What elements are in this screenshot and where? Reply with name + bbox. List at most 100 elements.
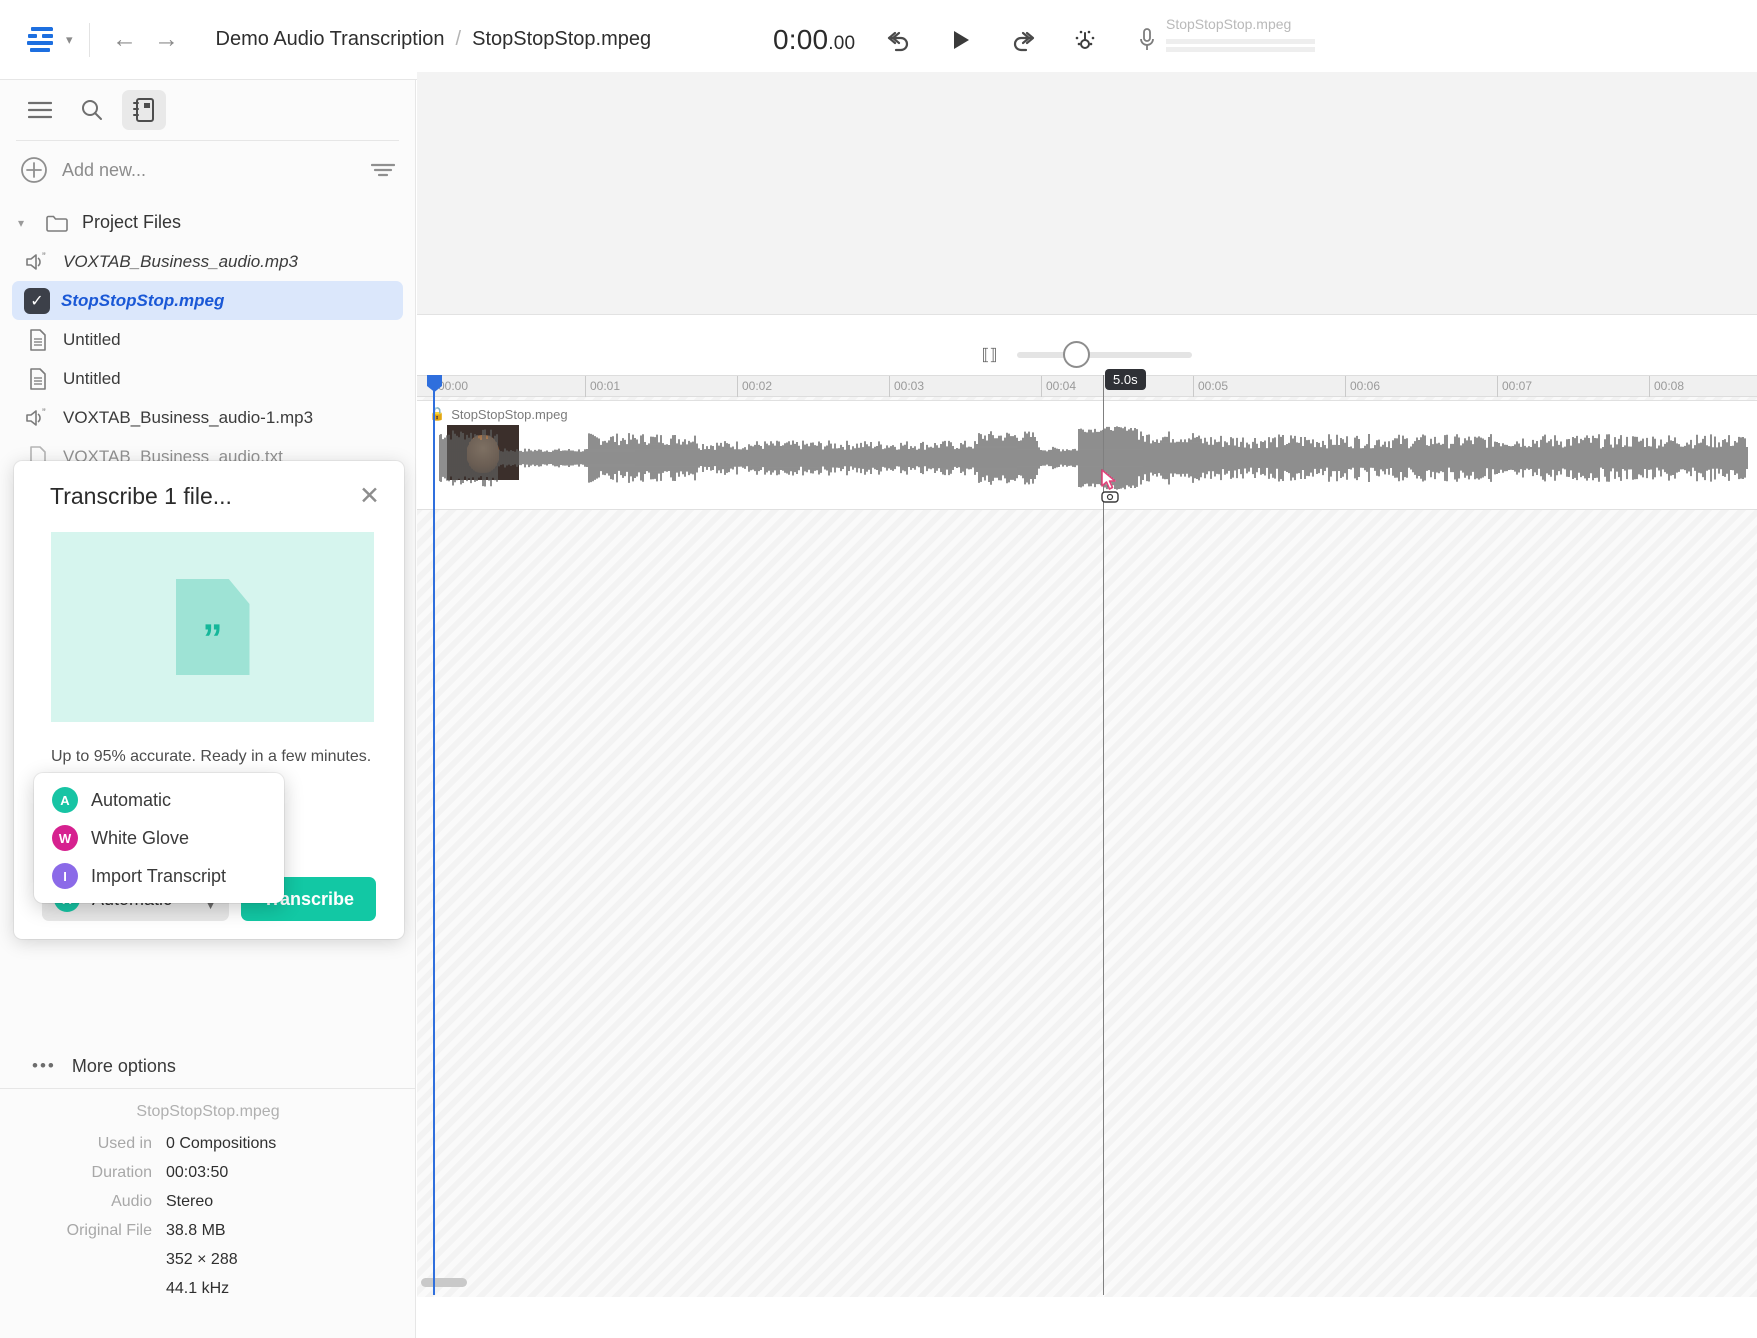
add-new-button[interactable]: Add new...: [0, 141, 415, 199]
meta-key: Used in: [97, 1135, 152, 1152]
dialog-note: Up to 95% accurate. Ready in a few minut…: [51, 748, 372, 765]
app-logo-icon: [24, 22, 58, 57]
ruler-tick-label: 00:03: [894, 379, 925, 393]
back-arrow-icon[interactable]: ←: [108, 23, 142, 57]
ai-magic-icon[interactable]: [1067, 22, 1103, 58]
meta-row: Original File 38.8 MB: [0, 1219, 415, 1243]
breadcrumb-project[interactable]: Demo Audio Transcription: [216, 28, 445, 51]
video-preview-area: [417, 72, 1757, 315]
breadcrumb-separator: /: [455, 28, 462, 50]
editor-canvas: ⟦⟧ 00:00 00:01 00:02 00:03 00:04 00:05 00:06 00…: [417, 72, 1757, 1338]
audio-file-icon: ”: [24, 408, 52, 428]
timeline-track-area[interactable]: [417, 397, 1757, 1297]
logo-menu-button[interactable]: ▾: [24, 22, 73, 57]
timecode-display: 0:00.00: [773, 24, 855, 56]
ruler-tick-label: 00:00: [438, 379, 469, 393]
breadcrumb: Demo Audio Transcription / StopStopStop.…: [216, 28, 652, 51]
checkbox-checked[interactable]: ✓: [24, 287, 50, 314]
audio-waveform: [439, 426, 1748, 490]
meta-divider: [0, 1088, 415, 1089]
menu-icon[interactable]: [18, 90, 62, 130]
timeline-start-marker[interactable]: [427, 375, 442, 1295]
list-item[interactable]: Untitled: [0, 359, 415, 398]
filter-icon[interactable]: [371, 162, 395, 178]
monitor-file-name: StopStopStop.mpeg: [1166, 16, 1292, 32]
sidebar-toolbar: [0, 80, 415, 140]
search-icon[interactable]: [70, 90, 114, 130]
timecode-frac: .00: [828, 33, 856, 54]
dropdown-label: Automatic: [91, 789, 172, 810]
ruler-tick-label: 00:06: [1350, 379, 1381, 393]
meta-row: 352 × 288: [0, 1248, 415, 1272]
audio-clip-lane[interactable]: 🔒 StopStopStop.mpeg: [417, 400, 1757, 510]
list-item[interactable]: ” VOXTAB_Business_audio-1.mp3: [0, 398, 415, 437]
meta-key: Audio: [111, 1193, 152, 1210]
tree-folder-project-files[interactable]: ▾ Project Files: [0, 203, 415, 242]
document-icon: [24, 367, 52, 391]
plus-circle-icon: [21, 157, 47, 183]
list-item[interactable]: Untitled: [0, 320, 415, 359]
ruler-tick: 00:06: [1345, 376, 1380, 398]
document-icon: [24, 328, 52, 352]
list-item-selected[interactable]: ✓ StopStopStop.mpeg: [12, 281, 403, 320]
mode-badge-a: A: [52, 787, 78, 813]
mode-badge-i: I: [52, 863, 78, 889]
dropdown-item-white-glove[interactable]: W White Glove: [34, 819, 284, 857]
ruler-tick: 00:04: [1041, 376, 1076, 398]
audio-file-icon: ”: [24, 252, 52, 272]
mouse-cursor-icon: [1101, 469, 1119, 503]
ruler-tick: 00:01: [585, 376, 620, 398]
meta-value: 00:03:50: [166, 1164, 229, 1181]
svg-text:”: ”: [42, 252, 46, 263]
ruler-tick: 00:02: [737, 376, 772, 398]
tree-label: StopStopStop.mpeg: [61, 290, 225, 310]
ruler-tick: 00:07: [1497, 376, 1532, 398]
chevron-down-icon: ▾: [18, 215, 25, 230]
meta-row: Used in 0 Compositions: [0, 1132, 415, 1156]
ruler-tick: 00:03: [889, 376, 924, 398]
ruler-tick-label: 00:01: [590, 379, 621, 393]
file-metadata: StopStopStop.mpeg Used in 0 Compositions…: [0, 1100, 415, 1306]
play-icon[interactable]: [943, 22, 979, 58]
dropdown-item-import-transcript[interactable]: I Import Transcript: [34, 857, 284, 895]
breadcrumb-file[interactable]: StopStopStop.mpeg: [472, 28, 651, 51]
ellipsis-icon: •••: [32, 1056, 56, 1075]
tree-label: Untitled: [63, 368, 121, 388]
timeline-zoom-control: ⟦⟧: [417, 327, 1757, 382]
ruler-tick-label: 00:04: [1046, 379, 1077, 393]
chevron-down-icon: ▾: [66, 31, 73, 47]
playhead[interactable]: [1103, 375, 1104, 1295]
list-item[interactable]: ” VOXTAB_Business_audio.mp3: [0, 242, 415, 281]
zoom-slider-thumb[interactable]: [1063, 340, 1091, 368]
clip-name: StopStopStop.mpeg: [451, 406, 568, 422]
tree-label: Untitled: [63, 329, 121, 349]
clip-header: 🔒 StopStopStop.mpeg: [429, 406, 568, 422]
transcription-mode-dropdown: A Automatic W White Glove I Import Trans…: [34, 773, 284, 903]
zoom-slider-track[interactable]: [1017, 340, 1193, 368]
script-icon[interactable]: [122, 90, 166, 130]
meta-value: 44.1 kHz: [166, 1280, 230, 1297]
tree-label: VOXTAB_Business_audio.mp3: [63, 251, 298, 271]
tree-label: VOXTAB_Business_audio-1.mp3: [63, 407, 314, 427]
meta-value: 352 × 288: [166, 1251, 238, 1268]
transcript-illustration: ”: [51, 532, 374, 722]
monitor-file: StopStopStop.mpeg: [1166, 16, 1316, 52]
close-icon[interactable]: ✕: [359, 484, 380, 509]
horizontal-resize-icon[interactable]: ⟦⟧: [982, 345, 998, 365]
redo-icon[interactable]: [1005, 22, 1041, 58]
meta-row: 44.1 kHz: [0, 1277, 415, 1301]
forward-arrow-icon[interactable]: →: [150, 23, 184, 57]
meta-file-name: StopStopStop.mpeg: [136, 1103, 280, 1120]
timeline-ruler[interactable]: 00:00 00:01 00:02 00:03 00:04 00:05 00:06 00:07…: [417, 375, 1757, 398]
meta-key: Duration: [91, 1164, 152, 1181]
transport-controls: 0:00.00: [773, 0, 1165, 80]
ruler-tick-label: 00:05: [1198, 379, 1229, 393]
undo-icon[interactable]: [881, 22, 917, 58]
dropdown-item-automatic[interactable]: A Automatic: [34, 781, 284, 819]
ruler-tick: 00:05: [1193, 376, 1228, 398]
ruler-tick: 00:08: [1649, 376, 1684, 398]
meta-value: Stereo: [166, 1193, 214, 1210]
monitor-waveform-icon: [1166, 39, 1315, 52]
microphone-icon[interactable]: [1129, 22, 1165, 58]
meta-key: [0, 1277, 166, 1301]
